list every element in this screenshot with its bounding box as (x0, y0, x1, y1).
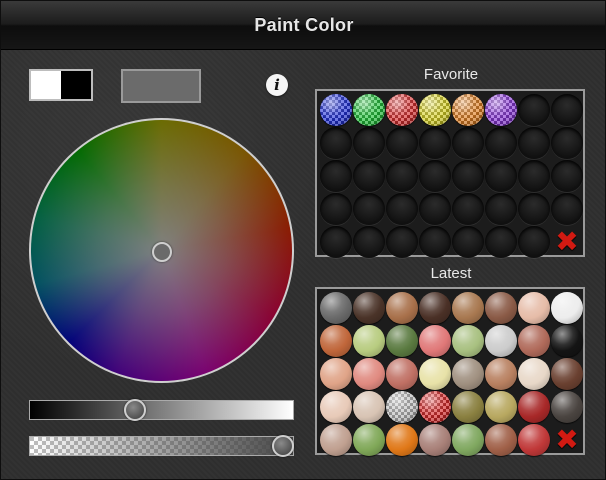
latest-color-swatch[interactable] (452, 358, 484, 390)
latest-color-swatch[interactable] (320, 424, 352, 456)
color-wheel-selector-knob[interactable] (152, 242, 172, 262)
latest-color-swatch[interactable] (386, 325, 418, 357)
favorite-empty-slot[interactable] (353, 160, 385, 192)
favorite-empty-slot[interactable] (386, 160, 418, 192)
favorite-empty-slot[interactable] (551, 160, 583, 192)
latest-color-swatch[interactable] (452, 391, 484, 423)
favorite-color-swatch[interactable] (452, 94, 484, 126)
info-icon[interactable]: i (266, 74, 288, 96)
favorite-color-swatch[interactable] (320, 94, 352, 126)
current-color-swatch (121, 69, 201, 103)
favorite-empty-slot[interactable] (452, 160, 484, 192)
favorite-empty-slot[interactable] (353, 226, 385, 258)
latest-color-swatch[interactable] (386, 424, 418, 456)
latest-color-swatch[interactable] (320, 292, 352, 324)
latest-color-swatch[interactable] (551, 325, 583, 357)
opacity-slider[interactable] (29, 435, 294, 457)
latest-color-swatch[interactable] (551, 292, 583, 324)
latest-color-swatch[interactable] (419, 292, 451, 324)
latest-color-swatch[interactable] (518, 424, 550, 456)
favorite-empty-slot[interactable] (485, 127, 517, 159)
latest-color-swatch[interactable] (452, 325, 484, 357)
window-title: Paint Color (254, 15, 354, 35)
favorite-empty-slot[interactable] (551, 94, 583, 126)
favorite-empty-slot[interactable] (419, 160, 451, 192)
latest-color-swatch[interactable] (386, 391, 418, 423)
favorite-empty-slot[interactable] (320, 127, 352, 159)
delete-x-icon[interactable]: ✖ (551, 226, 583, 258)
favorite-empty-slot[interactable] (452, 226, 484, 258)
favorite-color-swatch[interactable] (353, 94, 385, 126)
favorite-empty-slot[interactable] (518, 193, 550, 225)
latest-color-swatch[interactable] (353, 358, 385, 390)
favorite-empty-slot[interactable] (518, 127, 550, 159)
favorite-color-swatch[interactable] (386, 94, 418, 126)
delete-x-icon[interactable]: ✖ (551, 424, 583, 456)
latest-color-swatch[interactable] (386, 358, 418, 390)
primary-secondary-swatches[interactable] (29, 69, 93, 101)
favorite-empty-slot[interactable] (452, 193, 484, 225)
latest-color-swatch[interactable] (353, 424, 385, 456)
favorite-empty-slot[interactable] (386, 226, 418, 258)
latest-palette: ✖ (315, 287, 585, 456)
latest-color-swatch[interactable] (353, 325, 385, 357)
favorite-empty-slot[interactable] (320, 160, 352, 192)
favorite-empty-slot[interactable] (419, 226, 451, 258)
latest-color-swatch[interactable] (485, 358, 517, 390)
latest-color-swatch[interactable] (353, 391, 385, 423)
latest-color-swatch[interactable] (485, 391, 517, 423)
favorite-empty-slot[interactable] (485, 226, 517, 258)
latest-color-swatch[interactable] (452, 424, 484, 456)
favorite-empty-slot[interactable] (353, 193, 385, 225)
color-wheel[interactable] (31, 120, 292, 381)
latest-color-swatch[interactable] (419, 391, 451, 423)
favorite-empty-slot[interactable] (551, 193, 583, 225)
latest-color-swatch[interactable] (320, 391, 352, 423)
favorite-empty-slot[interactable] (419, 193, 451, 225)
favorite-empty-slot[interactable] (320, 193, 352, 225)
latest-color-swatch[interactable] (419, 424, 451, 456)
latest-color-swatch[interactable] (518, 325, 550, 357)
favorite-empty-slot[interactable] (485, 193, 517, 225)
latest-color-swatch[interactable] (320, 325, 352, 357)
brightness-slider-thumb[interactable] (124, 399, 146, 421)
latest-color-swatch[interactable] (551, 391, 583, 423)
color-wheel-frame (29, 118, 294, 383)
favorite-empty-slot[interactable] (386, 127, 418, 159)
latest-color-swatch[interactable] (485, 292, 517, 324)
latest-color-swatch[interactable] (386, 292, 418, 324)
latest-color-swatch[interactable] (518, 391, 550, 423)
primary-color-swatch[interactable] (31, 71, 61, 99)
favorite-palette: ✖ (315, 89, 585, 258)
favorite-empty-slot[interactable] (353, 127, 385, 159)
favorite-empty-slot[interactable] (386, 193, 418, 225)
favorite-empty-slot[interactable] (518, 94, 550, 126)
latest-color-swatch[interactable] (485, 325, 517, 357)
latest-color-swatch[interactable] (419, 358, 451, 390)
latest-color-swatch[interactable] (485, 424, 517, 456)
paint-color-window: Paint Color i Favorite ✖ Latest ✖ (0, 0, 606, 480)
secondary-color-swatch[interactable] (61, 71, 91, 99)
latest-title: Latest (430, 265, 472, 282)
favorite-empty-slot[interactable] (485, 160, 517, 192)
latest-color-swatch[interactable] (518, 292, 550, 324)
favorite-empty-slot[interactable] (452, 127, 484, 159)
latest-color-swatch[interactable] (320, 358, 352, 390)
opacity-slider-thumb[interactable] (272, 435, 294, 457)
favorite-empty-slot[interactable] (551, 127, 583, 159)
favorite-empty-slot[interactable] (518, 160, 550, 192)
latest-color-swatch[interactable] (518, 358, 550, 390)
title-bar: Paint Color (1, 1, 605, 50)
favorite-empty-slot[interactable] (419, 127, 451, 159)
favorite-color-swatch[interactable] (419, 94, 451, 126)
latest-color-swatch[interactable] (353, 292, 385, 324)
favorite-empty-slot[interactable] (320, 226, 352, 258)
latest-color-swatch[interactable] (419, 325, 451, 357)
favorite-title: Favorite (423, 66, 479, 83)
brightness-slider[interactable] (29, 399, 294, 421)
latest-color-swatch[interactable] (551, 358, 583, 390)
favorite-empty-slot[interactable] (518, 226, 550, 258)
favorite-color-swatch[interactable] (485, 94, 517, 126)
latest-color-swatch[interactable] (452, 292, 484, 324)
